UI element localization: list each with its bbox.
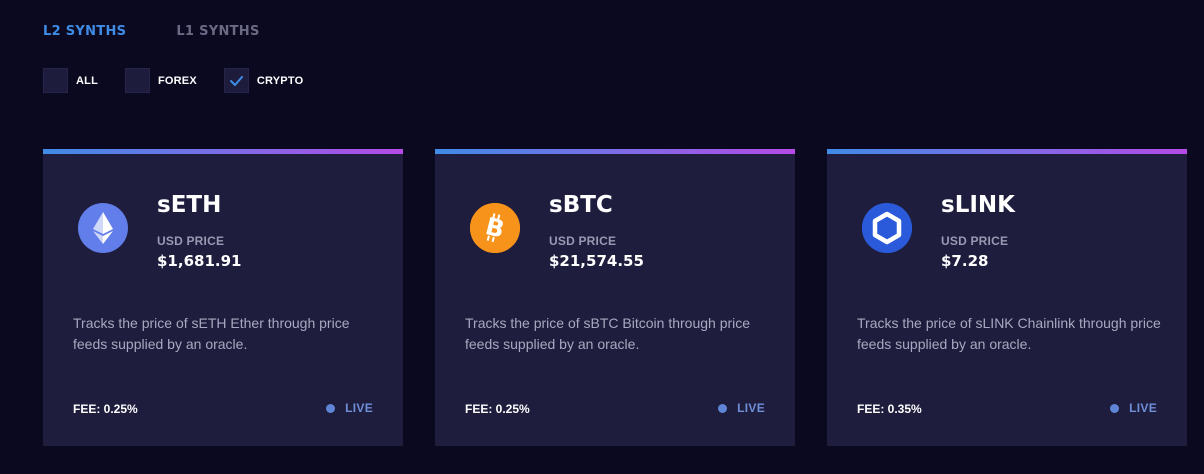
synth-card-seth[interactable]: sETH USD PRICE $1,681.91 Tracks the pric… (43, 149, 403, 446)
fee-label: FEE: 0.25% (73, 402, 138, 416)
chainlink-icon (862, 203, 912, 253)
price-value: $1,681.91 (157, 252, 242, 270)
filter-crypto-label: CRYPTO (256, 74, 304, 87)
fee-label: FEE: 0.25% (465, 402, 530, 416)
status-text: LIVE (737, 401, 765, 415)
filter-crypto[interactable]: CRYPTO (223, 68, 304, 93)
live-dot-icon (326, 403, 336, 413)
status-badge: LIVE (1110, 401, 1157, 415)
checkmark-icon (229, 75, 243, 86)
status-badge: LIVE (326, 401, 373, 415)
tab-l1-synths[interactable]: L1 SYNTHS (176, 24, 259, 39)
tab-l2-synths[interactable]: L2 SYNTHS (43, 24, 126, 39)
synth-card-slink[interactable]: sLINK USD PRICE $7.28 Tracks the price o… (827, 149, 1187, 446)
synth-card-sbtc[interactable]: B sBTC USD PRICE $21,574.55 Tracks the p… (435, 149, 795, 446)
price-label: USD PRICE (549, 234, 617, 248)
price-value: $21,574.55 (549, 252, 644, 270)
synth-tabs: L2 SYNTHS L1 SYNTHS (43, 24, 260, 39)
filter-all-checkbox[interactable] (43, 68, 68, 93)
synth-cards: sETH USD PRICE $1,681.91 Tracks the pric… (43, 149, 1187, 446)
live-dot-icon (718, 403, 728, 413)
price-label: USD PRICE (941, 234, 1009, 248)
synth-description: Tracks the price of sLINK Chainlink thro… (857, 315, 1161, 352)
price-value: $7.28 (941, 252, 989, 270)
price-label: USD PRICE (157, 234, 225, 248)
synth-name: sLINK (941, 192, 1015, 218)
live-dot-icon (1110, 403, 1120, 413)
bitcoin-icon: B (470, 203, 520, 253)
ethereum-icon (78, 203, 128, 253)
filter-all[interactable]: ALL (43, 68, 98, 93)
filter-forex-checkbox[interactable] (124, 68, 150, 93)
synths-page: L2 SYNTHS L1 SYNTHS ALL FOREX CRYPTO sET… (0, 0, 1204, 474)
category-filters: ALL FOREX CRYPTO (43, 68, 330, 93)
filter-all-label: ALL (76, 74, 98, 87)
status-text: LIVE (345, 401, 373, 415)
synth-name: sBTC (549, 192, 613, 218)
filter-crypto-checkbox[interactable] (223, 68, 249, 93)
status-badge: LIVE (718, 401, 765, 415)
filter-forex-label: FOREX (157, 74, 197, 87)
synth-name: sETH (157, 192, 222, 218)
synth-description: Tracks the price of sETH Ether through p… (73, 315, 350, 352)
fee-label: FEE: 0.35% (857, 402, 922, 416)
status-text: LIVE (1129, 401, 1157, 415)
filter-forex[interactable]: FOREX (124, 68, 197, 93)
synth-description: Tracks the price of sBTC Bitcoin through… (465, 315, 751, 352)
